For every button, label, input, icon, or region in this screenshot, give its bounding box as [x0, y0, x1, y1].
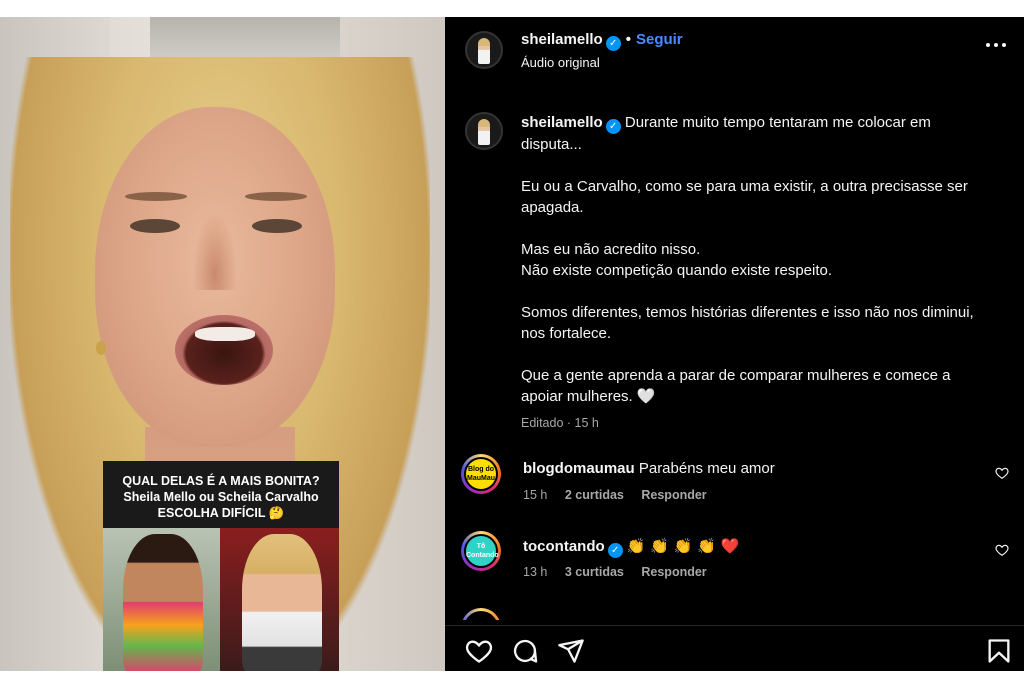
comment-item-partial: [461, 608, 1009, 620]
post-action-bar: [445, 625, 1024, 671]
reply-button[interactable]: Responder: [641, 488, 706, 502]
verified-badge-icon: ✓: [607, 543, 623, 558]
presenter-earring: [96, 341, 106, 355]
poll-photo-right: [220, 528, 339, 671]
caption-author-avatar[interactable]: [465, 112, 503, 150]
caption-line: Mas eu não acredito nisso.: [521, 241, 701, 258]
poll-question-line1: QUAL DELAS É A MAIS BONITA?: [122, 474, 320, 488]
verified-badge-icon: ✓: [605, 36, 621, 51]
divider: [445, 625, 1024, 626]
caption-line: Que a gente aprenda a parar de comparar …: [521, 367, 951, 405]
caption-line: Eu ou a Carvalho, como se para uma exist…: [521, 178, 968, 216]
edited-label: Editado: [521, 416, 564, 430]
avatar-figure: [478, 38, 490, 64]
comment-likes[interactable]: 3 curtidas: [565, 565, 624, 579]
comment-item: Tô Contando tocontando ✓ 👏 👏 👏 👏 ❤️ 13 h …: [461, 531, 1009, 581]
comment-time[interactable]: 15 h: [523, 488, 547, 502]
caption-username[interactable]: sheilamello: [521, 114, 603, 131]
comment-body: Parabéns meu amor: [638, 460, 775, 477]
commenter-username[interactable]: tocontando: [523, 538, 605, 555]
poll-question-line3: ESCOLHA DIFÍCIL 🤔: [157, 506, 285, 520]
presenter-eye-left: [130, 219, 180, 233]
caption-meta: Editado · 15 h: [521, 416, 599, 430]
poll-images: [103, 528, 339, 671]
commenter-avatar[interactable]: Blog do MauMau: [461, 454, 501, 494]
tocontando-logo-icon: Tô Contando: [466, 536, 499, 566]
comment-icon[interactable]: [511, 637, 539, 665]
follow-button[interactable]: Seguir: [636, 31, 683, 48]
blog-logo-icon: Blog do MauMau: [466, 459, 496, 489]
caption-time[interactable]: 15 h: [575, 416, 599, 430]
reel-video[interactable]: QUAL DELAS É A MAIS BONITA? Sheila Mello…: [0, 17, 445, 671]
presenter-eye-right: [252, 219, 302, 233]
commenter-avatar[interactable]: [461, 608, 501, 620]
comment-text: tocontando ✓ 👏 👏 👏 👏 ❤️: [523, 537, 963, 558]
presenter-mouth: [175, 315, 273, 385]
post-author-avatar[interactable]: [465, 31, 503, 69]
send-icon[interactable]: [557, 637, 585, 665]
caption-line: Não existe competição quando existe resp…: [521, 262, 833, 279]
audio-link[interactable]: Áudio original: [521, 55, 600, 70]
comment-text: blogdomaumau Parabéns meu amor: [523, 460, 963, 477]
reply-button[interactable]: Responder: [641, 565, 706, 579]
comment-like-heart-icon[interactable]: [995, 543, 1009, 557]
comment-like-heart-icon[interactable]: [995, 466, 1009, 480]
poll-photo-left: [103, 528, 220, 671]
presenter-teeth: [195, 327, 255, 341]
presenter-brow-right: [245, 192, 307, 201]
comment-meta: 15 h 2 curtidas Responder: [523, 488, 721, 502]
comment-time[interactable]: 13 h: [523, 565, 547, 579]
verified-badge-icon: ✓: [605, 119, 621, 134]
comment-item: Blog do MauMau blogdomaumau Parabéns meu…: [461, 454, 1009, 504]
separator-dot: •: [625, 31, 631, 48]
comment-likes[interactable]: 2 curtidas: [565, 488, 624, 502]
post-header: sheilamello ✓ • Seguir: [521, 31, 683, 51]
poll-question: QUAL DELAS É A MAIS BONITA? Sheila Mello…: [103, 461, 339, 521]
poll-person-right: [242, 534, 322, 671]
avatar-figure: [478, 119, 490, 145]
caption-line: Somos diferentes, temos histórias difere…: [521, 304, 974, 342]
poll-overlay-card: QUAL DELAS É A MAIS BONITA? Sheila Mello…: [103, 461, 339, 671]
poll-question-line2: Sheila Mello ou Scheila Carvalho: [123, 490, 319, 504]
commenter-avatar[interactable]: Tô Contando: [461, 531, 501, 571]
poll-person-left: [123, 534, 203, 671]
comment-meta: 13 h 3 curtidas Responder: [523, 565, 721, 579]
more-options-icon[interactable]: [986, 41, 1006, 49]
post-author-username[interactable]: sheilamello: [521, 31, 603, 48]
heart-icon[interactable]: [465, 637, 493, 665]
instagram-post-modal: QUAL DELAS É A MAIS BONITA? Sheila Mello…: [0, 17, 1024, 671]
post-details-panel: sheilamello ✓ • Seguir Áudio original sheil…: [445, 17, 1024, 671]
presenter-brow-left: [125, 192, 187, 201]
bookmark-icon[interactable]: [985, 637, 1013, 665]
comment-body: 👏 👏 👏 👏 ❤️: [626, 537, 740, 555]
post-caption: sheilamello ✓ Durante muito tempo tentara…: [521, 112, 991, 434]
presenter-nose: [193, 212, 237, 290]
commenter-username[interactable]: blogdomaumau: [523, 460, 635, 477]
